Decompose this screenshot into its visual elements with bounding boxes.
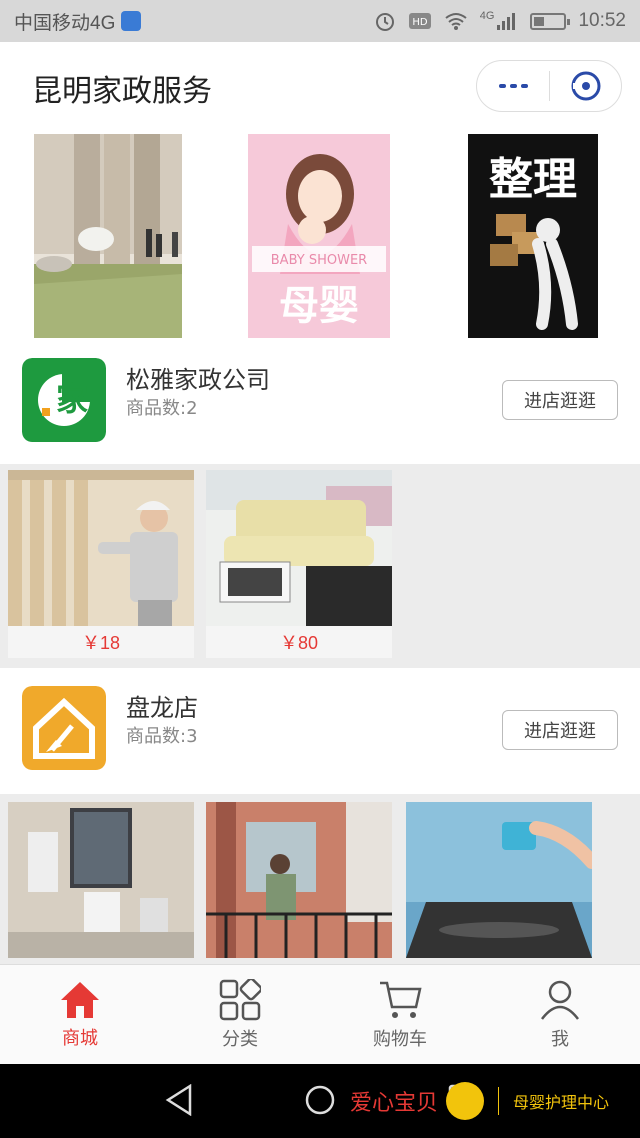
store-product-count: 商品数:3 [126, 726, 198, 747]
product-image [8, 470, 194, 626]
store-card: 家 松雅家政公司 商品数:2 进店逛逛 [0, 342, 640, 464]
grid-icon [219, 978, 261, 1020]
store-name: 松雅家政公司 [126, 366, 270, 394]
svg-text:HD: HD [412, 17, 428, 28]
more-dot-icon [520, 84, 528, 88]
carrier-label: 中国移动4G [14, 12, 116, 34]
product-image [406, 802, 592, 958]
home-circle-icon[interactable] [304, 1084, 336, 1116]
bottom-tab-bar: 商城 分类 购物车 我 [0, 964, 640, 1064]
watermark-logo-icon [446, 1082, 485, 1120]
shield-icon [121, 11, 142, 31]
tab-me[interactable]: 我 [480, 965, 640, 1064]
banner-mother-baby-text: 母婴 [279, 283, 359, 329]
home-icon [61, 981, 99, 1018]
store-logo-icon [22, 686, 106, 770]
watermark-divider [498, 1087, 500, 1115]
store-logo-text: 家 [56, 380, 88, 418]
enter-store-button[interactable]: 进店逛逛 [502, 710, 618, 750]
close-target-icon [571, 71, 600, 101]
store-name: 盘龙店 [126, 694, 198, 722]
more-dot-icon [498, 84, 506, 88]
window-cleaning-image [206, 802, 392, 958]
watermark-right-text: 母婴护理中心 [513, 1093, 610, 1112]
battery-icon [530, 12, 571, 30]
product-card[interactable]: ￥80 [206, 470, 392, 658]
mini-program-capsule [476, 60, 622, 112]
tab-label: 分类 [222, 1028, 258, 1050]
curtain-cleaning-image [8, 470, 194, 626]
store-logo-icon: 家 [22, 358, 106, 442]
enter-store-button[interactable]: 进店逛逛 [502, 380, 618, 420]
banner-organize-text: 整理 [489, 154, 577, 205]
banner-organize[interactable]: 整理 [468, 134, 598, 338]
product-card[interactable] [406, 802, 592, 958]
more-dot-icon [509, 84, 517, 88]
sofa-cleaning-image [206, 470, 392, 626]
tab-label: 购物车 [373, 1028, 427, 1050]
status-right: HD 4G 10:52 [374, 10, 626, 32]
watermark-left-text: 爱心宝贝 [350, 1091, 439, 1116]
product-card[interactable] [8, 802, 194, 958]
product-price: ￥80 [206, 626, 392, 658]
wifi-icon [445, 13, 467, 30]
product-card[interactable]: ￥18 [8, 470, 194, 658]
store-logo: 家 [22, 358, 106, 442]
banner-row: BABY SHOWER 母婴 整理 [0, 130, 640, 342]
store-logo [22, 686, 106, 770]
signal-icon [497, 13, 516, 30]
product-price: ￥18 [8, 626, 194, 658]
tab-cart[interactable]: 购物车 [320, 965, 480, 1064]
interior-image [34, 134, 182, 338]
cart-icon [380, 981, 422, 1018]
product-image [8, 802, 194, 958]
clock-label: 10:52 [578, 10, 626, 31]
product-card[interactable] [206, 802, 392, 958]
banner-interior[interactable] [34, 134, 182, 338]
page-title: 昆明家政服务 [32, 74, 212, 109]
hd-icon: HD [408, 13, 431, 29]
store-product-count: 商品数:2 [126, 398, 198, 419]
alarm-icon [375, 13, 394, 31]
bathroom-image [8, 802, 194, 958]
network-type-label: 4G [479, 10, 495, 22]
status-left: 中国移动4G [14, 8, 142, 35]
tab-label: 商城 [62, 1027, 98, 1049]
watermark: 爱心宝贝 母婴护理中心 [350, 1082, 609, 1120]
back-icon[interactable] [164, 1084, 194, 1116]
organize-image: 整理 [468, 134, 598, 338]
store-products [0, 794, 640, 964]
tab-category[interactable]: 分类 [160, 965, 320, 1064]
content: BABY SHOWER 母婴 整理 家 松雅家政公司 商品数:2 进店逛逛 ￥1… [0, 130, 640, 964]
more-button[interactable] [477, 61, 549, 111]
status-bar: 中国移动4G HD 4G 10:52 [0, 0, 640, 42]
baby-shower-label: BABY SHOWER [271, 253, 367, 268]
header: 昆明家政服务 [0, 42, 640, 130]
close-button[interactable] [550, 69, 621, 103]
user-icon [541, 980, 579, 1020]
tab-label: 我 [551, 1028, 569, 1050]
store-card: 盘龙店 商品数:3 进店逛逛 [0, 668, 640, 794]
tab-mall[interactable]: 商城 [0, 965, 160, 1064]
baby-shower-image: BABY SHOWER 母婴 [248, 134, 390, 338]
store-products: ￥18 ￥80 [0, 464, 640, 668]
product-image [206, 470, 392, 626]
banner-baby-shower[interactable]: BABY SHOWER 母婴 [248, 134, 396, 338]
product-image [206, 802, 392, 958]
hood-cleaning-image [406, 802, 592, 958]
